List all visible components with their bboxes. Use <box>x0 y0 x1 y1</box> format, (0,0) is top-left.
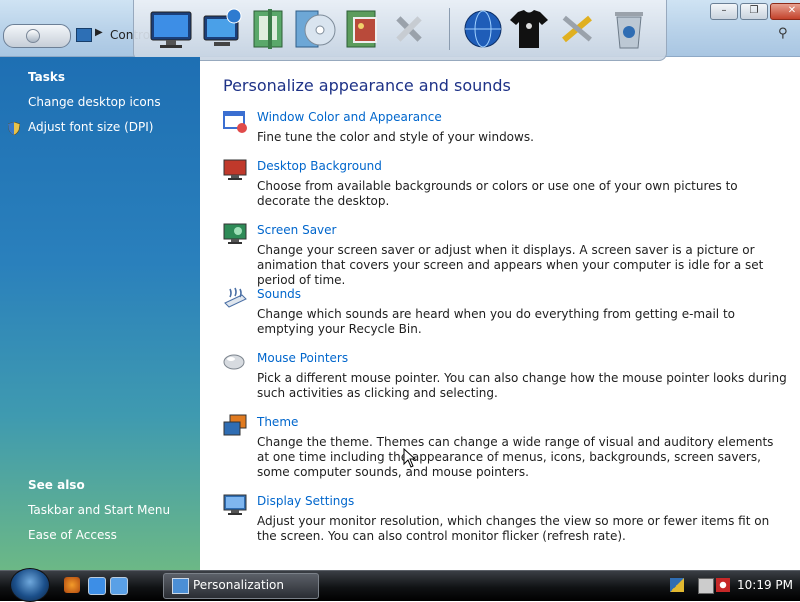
start-button[interactable] <box>10 568 50 602</box>
screen-saver-link[interactable]: Screen Saver <box>257 223 336 237</box>
desktop-background-link[interactable]: Desktop Background <box>257 159 382 173</box>
screen-saver-desc: Change your screen saver or adjust when … <box>257 243 764 287</box>
taskbar-task-label: Personalization <box>193 578 284 592</box>
chevron-right-icon[interactable]: ▶ <box>95 27 103 38</box>
window-color-desc: Fine tune the color and style of your wi… <box>257 130 534 144</box>
dock-separator <box>449 8 450 50</box>
close-button[interactable]: ✕ <box>770 3 800 20</box>
theme-link[interactable]: Theme <box>257 415 298 429</box>
window-controls: – ❐ ✕ <box>710 3 800 20</box>
window-color-link[interactable]: Window Color and Appearance <box>257 110 442 124</box>
mouse-cursor-icon <box>403 448 417 468</box>
taskbar-personalization-button[interactable]: Personalization <box>163 573 319 599</box>
recycle-bin-icon[interactable] <box>606 6 652 52</box>
volume-muted-icon[interactable] <box>716 578 730 592</box>
sounds-link[interactable]: Sounds <box>257 287 301 301</box>
page-title: Personalize appearance and sounds <box>223 76 511 95</box>
display-settings-link[interactable]: Display Settings <box>257 494 354 508</box>
tools-icon[interactable] <box>386 6 432 52</box>
minimize-button[interactable]: – <box>710 3 738 20</box>
language-bar-icon[interactable] <box>670 578 684 592</box>
control-panel-icon <box>76 28 92 42</box>
monitor-icon[interactable] <box>148 6 194 52</box>
nav-dot[interactable] <box>26 29 40 43</box>
mouse-pointers-desc: Pick a different mouse pointer. You can … <box>257 371 787 400</box>
display-settings-desc: Adjust your monitor resolution, which ch… <box>257 514 770 543</box>
desktop-background-icon <box>223 159 247 180</box>
theme-icon <box>223 414 247 436</box>
sounds-desc: Change which sounds are heard when you d… <box>257 307 735 336</box>
sounds-icon <box>224 287 247 308</box>
desktop-background-desc: Choose from available backgrounds or col… <box>257 179 738 208</box>
repair-tools-icon[interactable] <box>554 6 600 52</box>
clock[interactable]: 10:19 PM <box>737 578 793 592</box>
switch-windows-icon[interactable] <box>110 577 128 595</box>
maximize-button[interactable]: ❐ <box>740 3 768 20</box>
cd-icon[interactable] <box>292 6 338 52</box>
ease-of-access-link[interactable]: Ease of Access <box>28 528 117 542</box>
dock <box>133 0 667 61</box>
back-forward-buttons[interactable] <box>3 24 71 48</box>
mouse-pointer-icon <box>223 354 245 370</box>
taskbar-start-menu-link[interactable]: Taskbar and Start Menu <box>28 503 170 517</box>
adjust-font-size-link[interactable]: Adjust font size (DPI) <box>28 120 153 134</box>
see-also-heading: See also <box>28 478 85 492</box>
shield-icon <box>8 122 20 135</box>
tshirt-icon[interactable] <box>506 6 552 52</box>
firefox-icon[interactable] <box>64 577 80 593</box>
show-desktop-icon[interactable] <box>88 577 106 595</box>
documents-icon[interactable] <box>246 6 292 52</box>
screen-saver-icon <box>223 223 247 244</box>
window-color-icon <box>223 111 247 133</box>
network-icon[interactable] <box>698 578 714 594</box>
mouse-pointers-link[interactable]: Mouse Pointers <box>257 351 348 365</box>
pictures-icon[interactable] <box>340 6 386 52</box>
globe-icon[interactable] <box>460 6 506 52</box>
tasks-heading: Tasks <box>28 70 66 84</box>
personalization-icon <box>172 578 189 594</box>
network-computer-icon[interactable] <box>200 6 246 52</box>
display-settings-icon <box>223 494 247 515</box>
change-desktop-icons-link[interactable]: Change desktop icons <box>28 95 161 109</box>
search-icon[interactable]: ⚲ <box>778 26 788 41</box>
theme-desc: Change the theme. Themes can change a wi… <box>257 435 774 479</box>
